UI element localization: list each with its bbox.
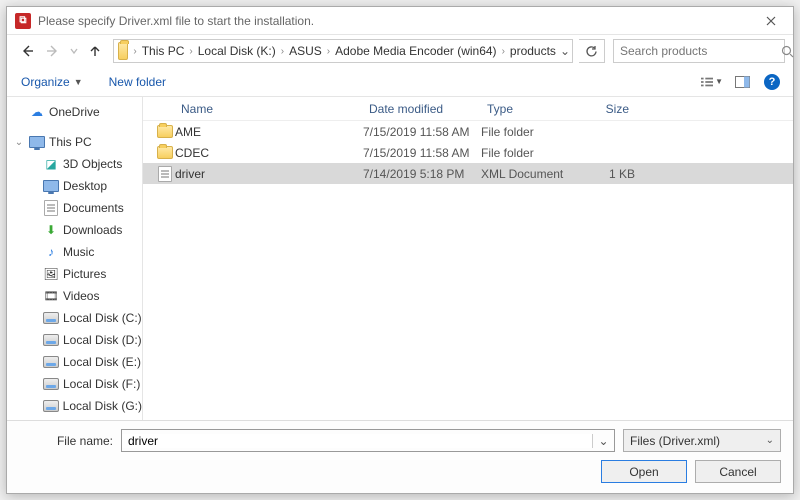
back-button[interactable] bbox=[15, 39, 39, 63]
disk-icon bbox=[43, 332, 59, 348]
tree-item-thispc[interactable]: ⌄This PC bbox=[9, 131, 142, 153]
videos-icon: 🎞 bbox=[43, 288, 59, 304]
file-icon bbox=[155, 166, 175, 182]
view-options-button[interactable]: ▼ bbox=[701, 71, 723, 93]
disk-icon bbox=[43, 398, 59, 414]
desktop-icon bbox=[43, 178, 59, 194]
filename-dropdown[interactable]: ⌄ bbox=[592, 434, 614, 448]
file-date: 7/15/2019 11:58 AM bbox=[363, 125, 481, 139]
file-type: XML Document bbox=[481, 167, 577, 181]
details-view-icon bbox=[701, 76, 713, 88]
search-input[interactable] bbox=[614, 44, 781, 58]
window-title: Please specify Driver.xml file to start … bbox=[38, 14, 749, 28]
file-type: File folder bbox=[481, 146, 577, 160]
file-list-area: Name Date modified Type Size AME 7/15/20… bbox=[143, 97, 793, 420]
navigation-tree[interactable]: ☁OneDrive ⌄This PC ◪3D Objects Desktop D… bbox=[7, 97, 143, 420]
folder-icon bbox=[155, 146, 175, 159]
dialog-body: ☁OneDrive ⌄This PC ◪3D Objects Desktop D… bbox=[7, 97, 793, 420]
documents-icon bbox=[43, 200, 59, 216]
crumb-thispc[interactable]: This PC bbox=[138, 44, 189, 58]
file-open-dialog: ⧉ Please specify Driver.xml file to star… bbox=[6, 6, 794, 494]
file-date: 7/15/2019 11:58 AM bbox=[363, 146, 481, 160]
disk-icon bbox=[43, 354, 59, 370]
tree-item-disk-e[interactable]: Local Disk (E:) bbox=[9, 351, 142, 373]
file-row[interactable]: CDEC 7/15/2019 11:58 AM File folder bbox=[143, 142, 793, 163]
col-date[interactable]: Date modified bbox=[363, 102, 481, 116]
nav-bar: › This PC › Local Disk (K:) › ASUS › Ado… bbox=[7, 35, 793, 67]
cube-icon: ◪ bbox=[43, 156, 59, 172]
file-rows[interactable]: AME 7/15/2019 11:58 AM File folder CDEC … bbox=[143, 121, 793, 420]
toolbar: Organize ▼ New folder ▼ ? bbox=[7, 67, 793, 97]
pictures-icon: 🖼 bbox=[43, 266, 59, 282]
tree-item-onedrive[interactable]: ☁OneDrive bbox=[9, 101, 142, 123]
close-button[interactable] bbox=[749, 7, 793, 35]
filename-label: File name: bbox=[19, 434, 113, 448]
tree-item-disk-f[interactable]: Local Disk (F:) bbox=[9, 373, 142, 395]
file-size: 1 KB bbox=[577, 167, 635, 181]
address-bar[interactable]: › This PC › Local Disk (K:) › ASUS › Ado… bbox=[113, 39, 573, 63]
refresh-button[interactable] bbox=[579, 39, 605, 63]
crumb-folder[interactable]: products bbox=[506, 44, 560, 58]
folder-icon bbox=[118, 42, 128, 60]
app-icon: ⧉ bbox=[15, 13, 31, 29]
tree-item-downloads[interactable]: ⬇Downloads bbox=[9, 219, 142, 241]
file-name: CDEC bbox=[175, 146, 363, 160]
crumb-drive[interactable]: Local Disk (K:) bbox=[194, 44, 280, 58]
up-button[interactable] bbox=[83, 39, 107, 63]
crumb-folder[interactable]: ASUS bbox=[285, 44, 326, 58]
tree-item-desktop[interactable]: Desktop bbox=[9, 175, 142, 197]
collapse-icon[interactable]: ⌄ bbox=[13, 137, 25, 148]
chevron-down-icon: ▼ bbox=[715, 77, 723, 86]
organize-button[interactable]: Organize ▼ bbox=[17, 71, 87, 93]
help-icon: ? bbox=[764, 74, 780, 90]
address-dropdown[interactable]: ⌄ bbox=[560, 44, 570, 58]
file-date: 7/14/2019 5:18 PM bbox=[363, 167, 481, 181]
file-type-filter[interactable]: Files (Driver.xml) ⌄ bbox=[623, 429, 781, 452]
tree-item-videos[interactable]: 🎞Videos bbox=[9, 285, 142, 307]
col-name[interactable]: Name bbox=[175, 102, 363, 116]
tree-item-documents[interactable]: Documents bbox=[9, 197, 142, 219]
tree-item-disk-g[interactable]: Local Disk (G:) bbox=[9, 395, 142, 417]
chevron-down-icon: ▼ bbox=[74, 77, 83, 87]
cancel-button[interactable]: Cancel bbox=[695, 460, 781, 483]
titlebar: ⧉ Please specify Driver.xml file to star… bbox=[7, 7, 793, 35]
preview-pane-button[interactable] bbox=[731, 71, 753, 93]
file-row-selected[interactable]: driver 7/14/2019 5:18 PM XML Document 1 … bbox=[143, 163, 793, 184]
filename-input[interactable] bbox=[122, 434, 592, 448]
file-row[interactable]: AME 7/15/2019 11:58 AM File folder bbox=[143, 121, 793, 142]
tree-item-3dobjects[interactable]: ◪3D Objects bbox=[9, 153, 142, 175]
music-icon: ♪ bbox=[43, 244, 59, 260]
filename-field[interactable]: ⌄ bbox=[121, 429, 615, 452]
tree-item-disk-c[interactable]: Local Disk (C:) bbox=[9, 307, 142, 329]
filter-label: Files (Driver.xml) bbox=[630, 434, 720, 448]
disk-icon bbox=[43, 310, 59, 326]
disk-icon bbox=[43, 376, 59, 392]
crumb-folder[interactable]: Adobe Media Encoder (win64) bbox=[331, 44, 500, 58]
file-name: driver bbox=[175, 167, 363, 181]
dialog-footer: File name: ⌄ Files (Driver.xml) ⌄ Open C… bbox=[7, 420, 793, 493]
col-type[interactable]: Type bbox=[481, 102, 577, 116]
cloud-icon: ☁ bbox=[29, 104, 45, 120]
search-box[interactable] bbox=[613, 39, 785, 63]
tree-item-pictures[interactable]: 🖼Pictures bbox=[9, 263, 142, 285]
col-size[interactable]: Size bbox=[577, 102, 635, 116]
download-icon: ⬇ bbox=[43, 222, 59, 238]
folder-icon bbox=[155, 125, 175, 138]
tree-item-disk-h[interactable]: Local Disk (H:) bbox=[9, 417, 142, 420]
file-type: File folder bbox=[481, 125, 577, 139]
recent-locations-button[interactable] bbox=[67, 39, 81, 63]
organize-label: Organize bbox=[21, 75, 70, 89]
help-button[interactable]: ? bbox=[761, 71, 783, 93]
open-button[interactable]: Open bbox=[601, 460, 687, 483]
chevron-down-icon: ⌄ bbox=[766, 435, 774, 446]
pc-icon bbox=[29, 134, 45, 150]
column-headers: Name Date modified Type Size bbox=[143, 97, 793, 121]
tree-item-music[interactable]: ♪Music bbox=[9, 241, 142, 263]
forward-button[interactable] bbox=[41, 39, 65, 63]
new-folder-button[interactable]: New folder bbox=[105, 71, 170, 93]
search-icon[interactable] bbox=[781, 45, 794, 58]
tree-item-disk-d[interactable]: Local Disk (D:) bbox=[9, 329, 142, 351]
file-name: AME bbox=[175, 125, 363, 139]
